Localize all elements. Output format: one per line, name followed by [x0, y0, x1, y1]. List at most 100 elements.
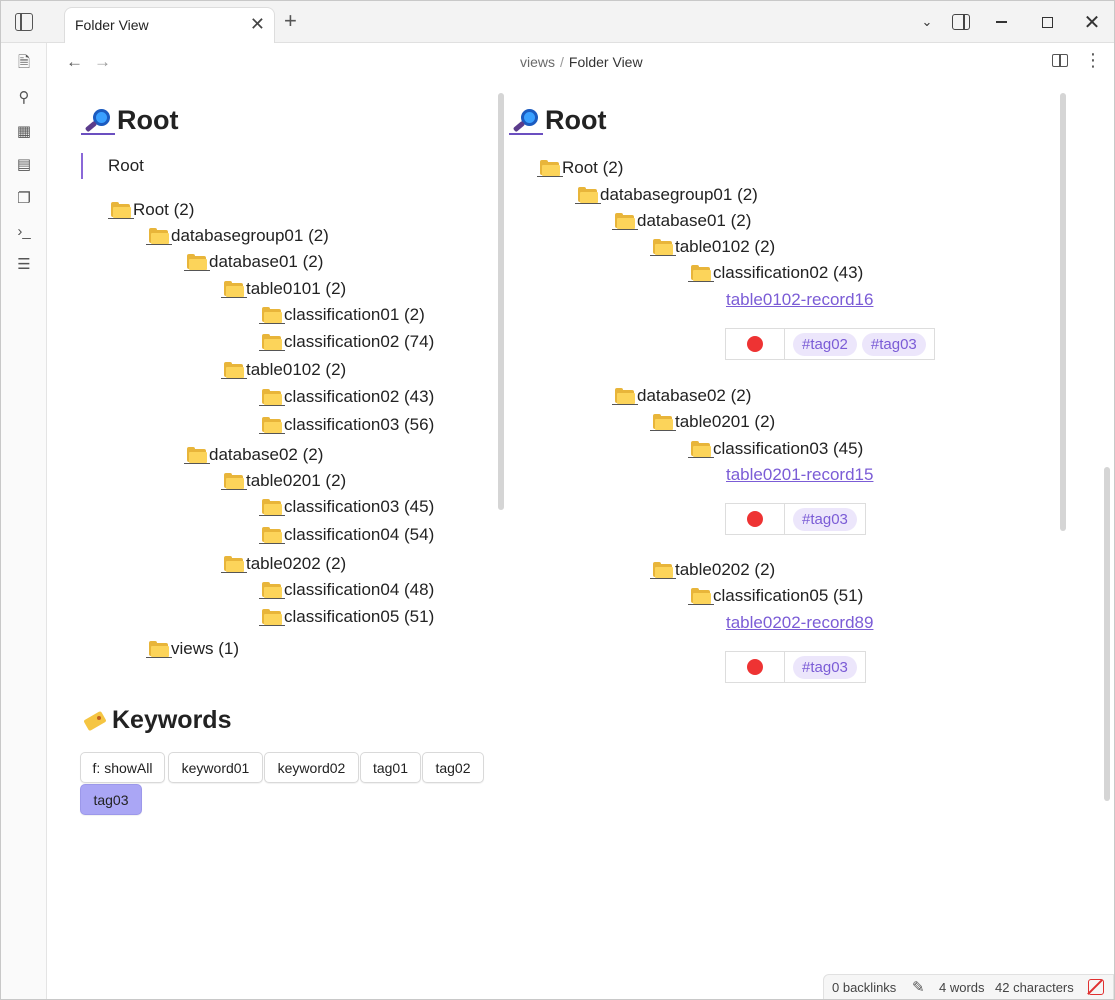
folder-icon — [221, 555, 247, 573]
folder-icon — [650, 238, 676, 256]
file-search-icon[interactable]: 🗎 — [13, 53, 35, 75]
folder-tree-item[interactable]: table0202 (2) — [221, 553, 346, 575]
folder-icon — [259, 306, 285, 324]
left-heading-text: Root — [117, 105, 179, 135]
folder-tree-item[interactable]: classification02 (74) — [259, 331, 434, 353]
folder-tree-item[interactable]: table0202 (2) — [650, 559, 775, 581]
folder-tree-item[interactable]: classification05 (51) — [688, 585, 864, 607]
keyword-button[interactable]: keyword01 — [168, 752, 263, 783]
keyword-button[interactable]: keyword02 — [264, 752, 359, 783]
chevron-down-icon[interactable]: ⌄ — [913, 1, 941, 43]
keywords-heading-text: Keywords — [112, 706, 232, 734]
keyword-button[interactable]: f: showAll — [80, 752, 165, 783]
list-icon[interactable]: ☰ — [13, 253, 35, 275]
folder-tree-item[interactable]: database02 (2) — [612, 385, 751, 407]
right-sidebar-toggle-icon[interactable] — [949, 1, 973, 43]
copy-icon[interactable]: ❐ — [13, 187, 35, 209]
tab-title: Folder View — [75, 17, 149, 33]
folder-tree-item[interactable]: classification01 (2) — [259, 304, 425, 326]
app-window: Folder View ✕ + ⌄ ✕ 🗎 ⚲ ▦ ▤ ❐ ›_ ☰ ← → v… — [0, 0, 1115, 1000]
folder-tree-item[interactable]: database01 (2) — [612, 210, 751, 232]
forward-arrow-icon[interactable]: → — [94, 52, 111, 72]
calendar-icon[interactable]: ▤ — [13, 153, 35, 175]
status-cell — [726, 652, 785, 682]
record-link[interactable]: table0201-record15 — [726, 464, 873, 486]
record-link[interactable]: table0202-record89 — [726, 612, 873, 634]
folder-tree-item[interactable]: classification04 (48) — [259, 579, 434, 601]
folder-icon — [259, 526, 285, 544]
right-pane-scrollbar[interactable] — [1060, 93, 1066, 531]
sidebar-toggle-icon[interactable] — [15, 13, 33, 31]
keywords-heading: Keywords — [82, 706, 231, 735]
status-dot-icon — [747, 511, 763, 527]
grid-icon[interactable]: ▦ — [13, 120, 35, 142]
left-pane-scrollbar[interactable] — [498, 93, 504, 510]
folder-tree-item[interactable]: table0201 (2) — [221, 470, 347, 492]
keyword-button[interactable]: tag02 — [422, 752, 484, 783]
main-scrollbar[interactable] — [1104, 467, 1110, 801]
folder-icon — [221, 280, 247, 298]
record-properties-table: #tag02 #tag03 — [725, 328, 935, 360]
more-options-icon[interactable]: ⋮ — [1084, 50, 1102, 71]
graph-icon[interactable]: ⚲ — [13, 86, 35, 108]
folder-label: views (1) — [171, 639, 240, 658]
folder-tree-item[interactable]: classification05 (51) — [259, 606, 435, 628]
folder-label: table0201 (2) — [246, 471, 347, 490]
folder-tree-item[interactable]: classification02 (43) — [259, 386, 434, 408]
maximize-button[interactable] — [1032, 1, 1062, 43]
folder-tree-item[interactable]: databasegroup01 (2) — [146, 225, 329, 247]
magnifier-icon — [81, 106, 115, 136]
pencil-icon[interactable]: ✎ — [912, 978, 925, 996]
folder-tree-item[interactable]: table0101 (2) — [221, 278, 346, 300]
reading-view-icon[interactable] — [1052, 54, 1068, 67]
breadcrumb-separator: / — [560, 54, 564, 70]
status-cell — [726, 504, 785, 534]
folder-icon — [259, 581, 285, 599]
terminal-icon[interactable]: ›_ — [13, 220, 35, 242]
folder-tree-item[interactable]: table0102 (2) — [650, 236, 775, 258]
folder-label: classification05 (51) — [284, 607, 435, 626]
folder-tree-item[interactable]: database02 (2) — [184, 444, 323, 466]
tag-pill[interactable]: #tag03 — [793, 655, 857, 679]
folder-icon — [575, 186, 601, 204]
folder-tree-item[interactable]: classification03 (45) — [688, 438, 863, 460]
character-count: 42 characters — [995, 980, 1074, 995]
folder-tree-item[interactable]: classification04 (54) — [259, 524, 434, 546]
folder-label: database01 (2) — [209, 252, 324, 271]
folder-tree-item[interactable]: databasegroup01 (2) — [575, 184, 758, 206]
back-arrow-icon[interactable]: ← — [66, 52, 83, 72]
close-window-button[interactable]: ✕ — [1077, 1, 1107, 43]
keyword-button[interactable]: tag01 — [360, 752, 421, 783]
folder-icon — [221, 472, 247, 490]
tag-pill[interactable]: #tag03 — [861, 332, 926, 356]
folder-label: classification05 (51) — [713, 586, 864, 605]
backlinks-count[interactable]: 0 backlinks — [832, 980, 896, 995]
folder-tree-item[interactable]: views (1) — [146, 638, 240, 660]
tab-close-icon[interactable]: ✕ — [250, 15, 265, 33]
folder-tree-item[interactable]: table0102 (2) — [221, 359, 346, 381]
sync-off-icon[interactable] — [1088, 979, 1104, 995]
new-tab-icon[interactable]: + — [284, 9, 297, 33]
folder-tree-item[interactable]: classification02 (43) — [688, 262, 864, 284]
folder-icon — [688, 587, 714, 605]
record-link[interactable]: table0102-record16 — [726, 289, 873, 311]
tag-pill[interactable]: #tag02 — [793, 332, 857, 356]
breadcrumb: views / Folder View — [520, 54, 643, 70]
folder-label: Root (2) — [133, 200, 195, 219]
folder-tree-item[interactable]: Root (2) — [537, 157, 623, 179]
tag-pill[interactable]: #tag03 — [793, 507, 857, 531]
minimize-button[interactable] — [986, 1, 1016, 43]
tab-folder-view[interactable]: Folder View ✕ — [64, 7, 275, 43]
folder-label: classification02 (43) — [713, 263, 864, 282]
breadcrumb-parent[interactable]: views — [520, 54, 555, 70]
folder-tree-item[interactable]: Root (2) — [108, 199, 195, 221]
folder-tree-item[interactable]: classification03 (56) — [259, 414, 434, 436]
folder-tree-item[interactable]: table0201 (2) — [650, 411, 775, 433]
folder-tree-item[interactable]: database01 (2) — [184, 251, 324, 273]
folder-tree-item[interactable]: classification03 (45) — [259, 496, 434, 518]
keyword-button[interactable]: tag03 — [80, 784, 142, 815]
breadcrumb-current[interactable]: Folder View — [569, 54, 643, 70]
folder-icon — [259, 333, 285, 351]
folder-icon — [612, 212, 638, 230]
tags-cell: #tag03 — [785, 504, 865, 534]
